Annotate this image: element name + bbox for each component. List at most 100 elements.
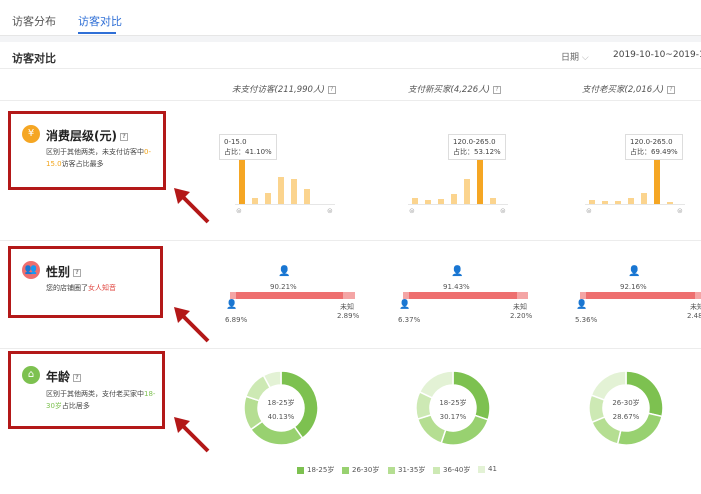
legend-swatch bbox=[478, 465, 485, 473]
chart-axis bbox=[408, 204, 508, 205]
donut-slice[interactable] bbox=[249, 420, 304, 446]
desc-text: 访客占比最多 bbox=[61, 160, 104, 168]
tab-visitor-comparison[interactable]: 访客对比 bbox=[78, 13, 122, 29]
female-person-icon: 👤 bbox=[278, 266, 291, 277]
histogram-bar[interactable] bbox=[654, 154, 660, 204]
donut-share-label: 40.13% bbox=[267, 413, 295, 421]
tooltip-share: 占比：41.10% bbox=[224, 148, 272, 156]
column-header-unpaid: 未支付访客(211,990人)? bbox=[232, 83, 336, 95]
gender-bar-female[interactable] bbox=[409, 292, 518, 299]
legend-item[interactable]: 36-40岁 bbox=[433, 465, 470, 475]
tab-visitor-distribution[interactable]: 访客分布 bbox=[12, 13, 56, 29]
legend-swatch bbox=[342, 466, 349, 474]
legend-swatch bbox=[433, 466, 440, 474]
spend-description: 区别于其他两类，未支付访客中0- 15.0访客占比最多 bbox=[46, 146, 151, 170]
desc-text: 占比居多 bbox=[61, 402, 90, 410]
gender-title: 性别? bbox=[46, 263, 82, 280]
donut-slice[interactable] bbox=[418, 370, 454, 399]
spend-title: 消费层级(元)? bbox=[46, 127, 128, 144]
divider bbox=[0, 348, 701, 349]
histogram-bar[interactable] bbox=[615, 201, 621, 204]
donut-range-label: 26-30岁 bbox=[612, 399, 640, 407]
histogram-bar[interactable] bbox=[602, 201, 608, 204]
histogram-bar[interactable] bbox=[641, 193, 647, 204]
donut-range-label: 18-25岁 bbox=[439, 399, 467, 407]
divider bbox=[0, 100, 701, 101]
coin-icon: ⊜ bbox=[409, 207, 415, 215]
histogram-bar[interactable] bbox=[291, 179, 297, 204]
legend-item[interactable]: 26-30岁 bbox=[342, 465, 379, 475]
date-selector[interactable]: 日期 ⌵ bbox=[561, 50, 589, 63]
age-title: 年龄? bbox=[46, 368, 82, 385]
annotation-arrow bbox=[174, 188, 210, 224]
annotation-arrow bbox=[174, 417, 210, 453]
histogram-bar[interactable] bbox=[667, 201, 673, 204]
male-person-icon: 👤 bbox=[399, 300, 411, 310]
chart-axis bbox=[235, 204, 335, 205]
help-icon[interactable]: ? bbox=[666, 85, 675, 94]
female-share: 92.16% bbox=[620, 283, 647, 291]
house-icon: ⌂ bbox=[22, 366, 40, 384]
column-header-label: 未支付访客(211,990人) bbox=[232, 85, 325, 95]
coins-stack-icon: ⊜ bbox=[500, 207, 506, 215]
female-person-icon: 👤 bbox=[628, 266, 641, 277]
active-tab-indicator bbox=[78, 32, 116, 34]
legend-item[interactable]: 31-35岁 bbox=[388, 465, 425, 475]
gender-description: 您的店铺圈了女人知音 bbox=[46, 282, 116, 294]
legend-item[interactable]: 18-25岁 bbox=[297, 465, 334, 475]
histogram-bar[interactable] bbox=[239, 156, 245, 204]
desc-text: 您的店铺 bbox=[46, 284, 74, 292]
donut-share-label: 28.67% bbox=[612, 413, 640, 421]
column-header-label: 支付新买家(4,226人) bbox=[408, 85, 490, 95]
annotation-arrow bbox=[174, 307, 210, 343]
column-header-returning-buyers: 支付老买家(2,016人)? bbox=[582, 83, 675, 95]
legend-label: 31-35岁 bbox=[398, 466, 426, 474]
histogram-bar[interactable] bbox=[438, 199, 444, 204]
histogram-bar[interactable] bbox=[278, 176, 284, 204]
help-icon[interactable]: ? bbox=[492, 85, 501, 94]
people-icon: 👥 bbox=[22, 261, 40, 279]
desc-text: 区别于其他两类，未支付访客中 bbox=[46, 148, 144, 156]
histogram-bar[interactable] bbox=[490, 198, 496, 204]
donut-share-label: 30.17% bbox=[439, 413, 467, 421]
help-icon[interactable]: ? bbox=[327, 85, 336, 94]
donut-slice[interactable] bbox=[590, 370, 627, 401]
histogram-bar[interactable] bbox=[304, 189, 310, 204]
coins-stack-icon: ⊜ bbox=[327, 207, 333, 215]
age-title-label: 年龄 bbox=[46, 370, 71, 384]
unknown-label: 未知 bbox=[690, 303, 701, 311]
unknown-label: 未知 bbox=[340, 303, 354, 311]
age-description: 区别于其他两类，支付老买家中18- 30岁占比居多 bbox=[46, 388, 155, 412]
help-icon[interactable]: ? bbox=[73, 268, 82, 277]
tooltip-range: 0-15.0 bbox=[224, 138, 247, 146]
unknown-share: 2.48% bbox=[687, 312, 701, 320]
histogram-bar[interactable] bbox=[589, 200, 595, 204]
histogram-bar[interactable] bbox=[265, 193, 271, 204]
histogram-bar[interactable] bbox=[451, 194, 457, 204]
desc-highlight: 女人知音 bbox=[88, 284, 116, 292]
unknown-label: 未知 bbox=[513, 303, 527, 311]
female-share: 91.43% bbox=[443, 283, 470, 291]
legend-label: 26-30岁 bbox=[352, 466, 380, 474]
column-header-new-buyers: 支付新买家(4,226人)? bbox=[408, 83, 501, 95]
date-range: 2019-10-10~2019-10-1 bbox=[613, 50, 701, 60]
help-icon[interactable]: ? bbox=[73, 373, 82, 382]
legend-label: 18-25岁 bbox=[307, 466, 335, 474]
desc-text: 区别于其他两类，支付老买家中 bbox=[46, 390, 144, 398]
histogram-bar[interactable] bbox=[412, 198, 418, 204]
male-person-icon: 👤 bbox=[576, 300, 588, 310]
male-share: 6.37% bbox=[398, 316, 421, 324]
gender-bar-female[interactable] bbox=[586, 292, 696, 299]
unknown-share: 2.89% bbox=[337, 312, 360, 320]
histogram-bar[interactable] bbox=[252, 198, 258, 204]
male-share: 5.36% bbox=[575, 316, 598, 324]
gender-bar-female[interactable] bbox=[236, 292, 343, 299]
legend-item[interactable]: 41 bbox=[478, 465, 497, 473]
histogram-bar[interactable] bbox=[628, 198, 634, 204]
histogram-bar[interactable] bbox=[425, 200, 431, 204]
help-icon[interactable]: ? bbox=[119, 132, 128, 141]
histogram-bar[interactable] bbox=[464, 179, 470, 204]
desc-highlight: 0- bbox=[144, 148, 151, 156]
histogram-bar[interactable] bbox=[477, 154, 483, 204]
chart-axis bbox=[585, 204, 685, 205]
